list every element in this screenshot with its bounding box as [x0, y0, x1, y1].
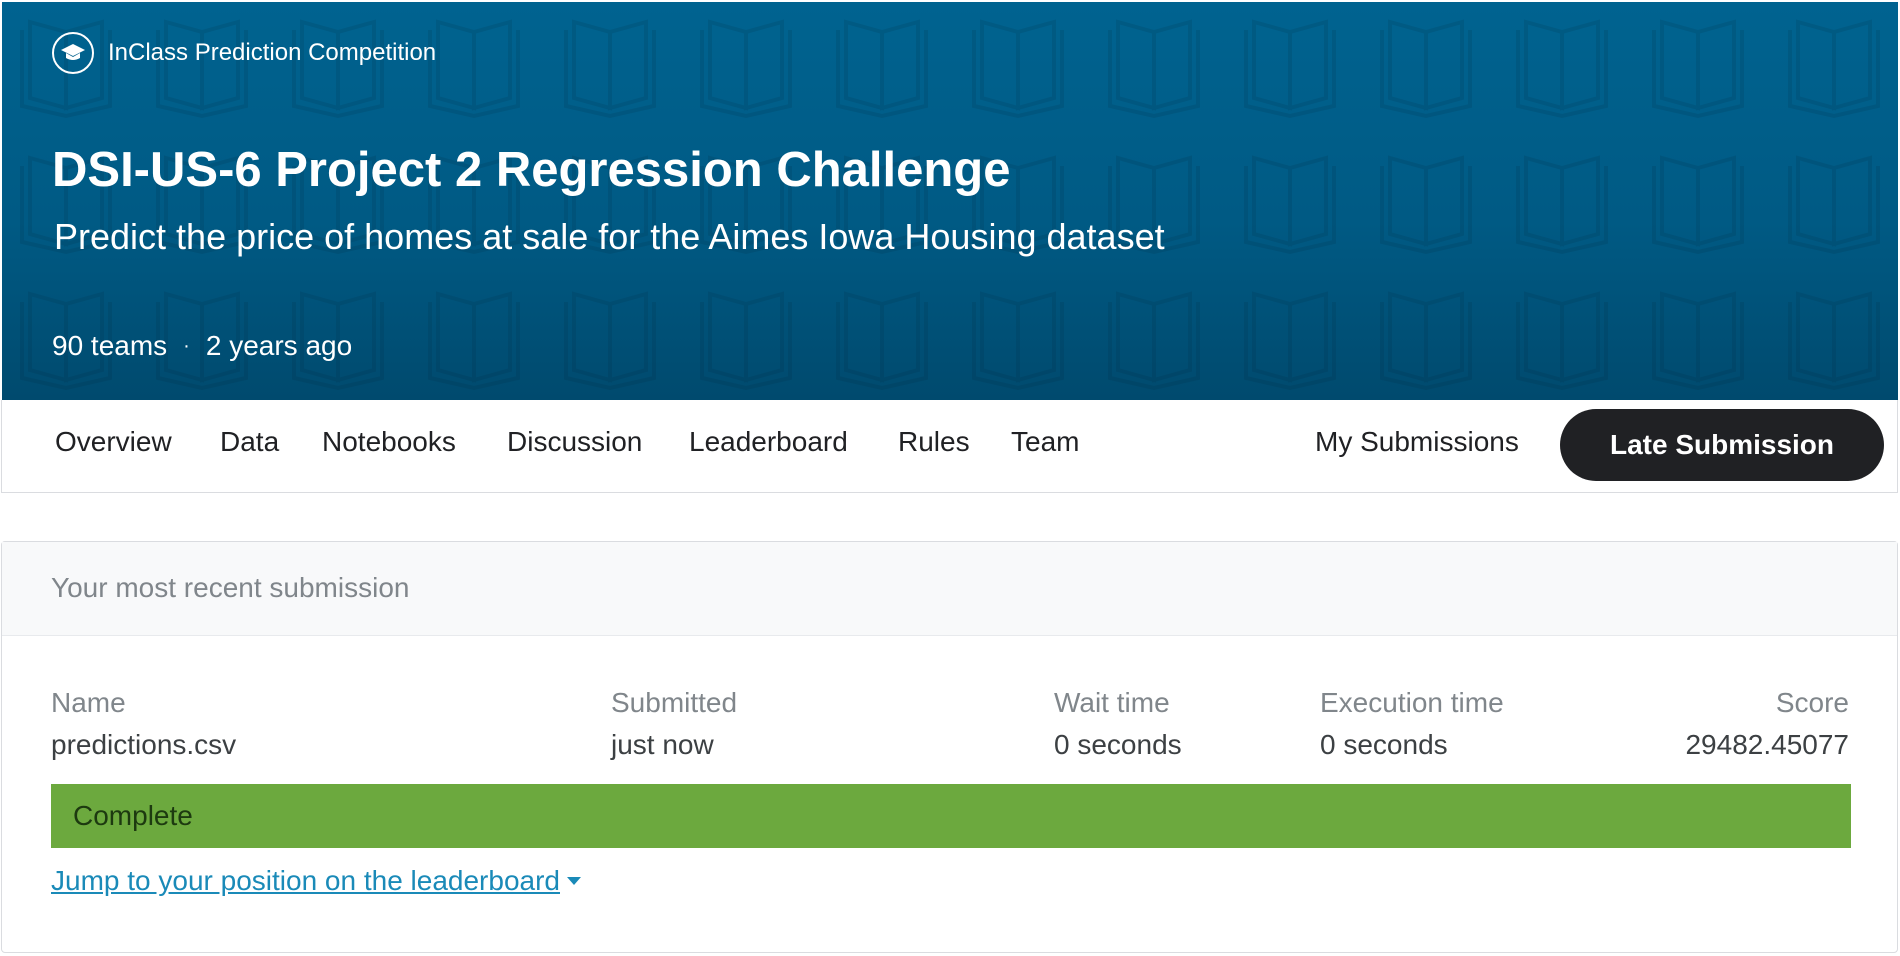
tab-leaderboard[interactable]: Leaderboard [689, 426, 848, 458]
score-column: Score 29482.45077 [1685, 687, 1849, 761]
recent-submission-card: Your most recent submission Name predict… [1, 541, 1898, 953]
jump-to-leaderboard-link[interactable]: Jump to your position on the leaderboard [51, 865, 582, 897]
page-subtitle: Predict the price of homes at sale for t… [54, 216, 1165, 257]
name-column: Name predictions.csv [51, 687, 236, 761]
tab-data[interactable]: Data [220, 426, 279, 458]
card-header: Your most recent submission [2, 542, 1897, 636]
page-title: DSI-US-6 Project 2 Regression Challenge [52, 143, 1011, 197]
competition-type: InClass Prediction Competition [52, 32, 436, 74]
my-submissions-link[interactable]: My Submissions [1315, 426, 1519, 458]
execution-time-label: Execution time [1320, 687, 1504, 718]
competition-header: InClass Prediction Competition DSI-US-6 … [2, 2, 1898, 400]
submitted-value: just now [611, 729, 714, 760]
tab-team[interactable]: Team [1011, 426, 1079, 458]
status-text: Complete [73, 800, 193, 831]
tab-notebooks[interactable]: Notebooks [322, 426, 456, 458]
wait-time-value: 0 seconds [1054, 729, 1182, 760]
teams-count: 90 teams [52, 330, 168, 361]
status-bar: Complete [51, 784, 1851, 848]
competition-meta: 90 teams · 2 years ago [52, 330, 352, 362]
tab-overview[interactable]: Overview [55, 426, 172, 458]
execution-time-value: 0 seconds [1320, 729, 1448, 760]
jump-link-label: Jump to your position on the leaderboard [51, 865, 560, 896]
late-submission-button[interactable]: Late Submission [1560, 409, 1884, 481]
wait-time-column: Wait time 0 seconds [1054, 687, 1182, 761]
score-value: 29482.45077 [1685, 729, 1849, 760]
competition-type-label: InClass Prediction Competition [108, 39, 437, 66]
tab-discussion[interactable]: Discussion [507, 426, 642, 458]
caret-down-icon [567, 877, 581, 885]
submitted-label: Submitted [611, 687, 738, 718]
card-title: Your most recent submission [51, 572, 410, 603]
execution-time-column: Execution time 0 seconds [1320, 687, 1504, 761]
name-label: Name [51, 687, 126, 718]
graduation-cap-icon [52, 32, 94, 74]
submitted-column: Submitted just now [611, 687, 737, 761]
meta-separator: · [183, 334, 190, 357]
wait-time-label: Wait time [1054, 687, 1170, 718]
competition-age: 2 years ago [205, 330, 353, 361]
name-value: predictions.csv [51, 729, 237, 760]
score-label: Score [1775, 687, 1849, 718]
competition-nav: Overview Data Notebooks Discussion Leade… [1, 400, 1898, 493]
tab-rules[interactable]: Rules [898, 426, 970, 458]
